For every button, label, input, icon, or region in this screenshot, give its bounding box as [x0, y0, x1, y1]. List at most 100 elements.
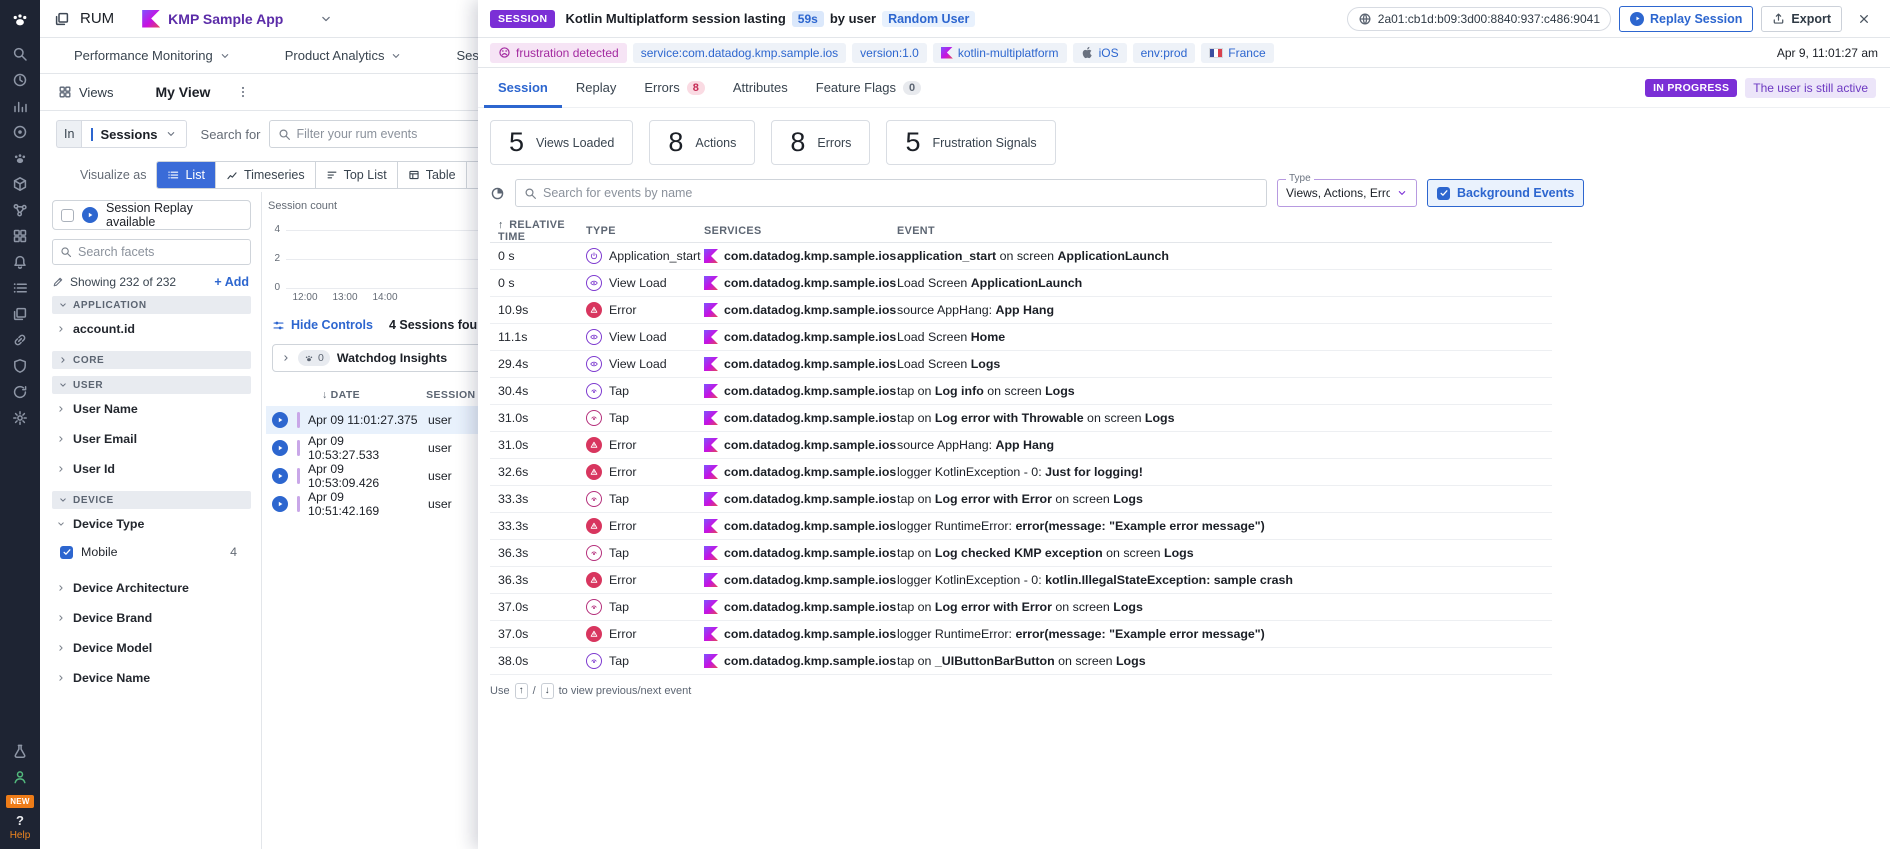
infrastructure-icon[interactable] [0, 197, 40, 223]
help-label[interactable]: Help [10, 830, 31, 841]
apm-icon[interactable] [0, 171, 40, 197]
tag-service-com-datadog-kmp-sample-ios[interactable]: service:com.datadog.kmp.sample.ios [632, 42, 847, 63]
background-events-toggle[interactable]: Background Events [1427, 179, 1585, 207]
facet-group-header[interactable]: USER [52, 376, 251, 394]
facet-item-device-brand[interactable]: Device Brand [52, 603, 251, 633]
sort-arrow[interactable]: ↑ [498, 219, 504, 231]
facet-group-header[interactable]: CORE [52, 351, 251, 369]
session-replay-play-button[interactable] [272, 468, 288, 484]
event-search[interactable] [515, 179, 1267, 207]
app-selector[interactable]: KMP Sample App [142, 9, 333, 28]
views-button[interactable]: Views [58, 85, 113, 100]
nav-product-analytics[interactable]: Product Analytics [285, 48, 403, 63]
visualize-tab-list[interactable]: List [157, 161, 216, 188]
event-row-5[interactable]: 30.4s Tap com.datadog.kmp.sample.ios tap… [490, 378, 1552, 405]
event-search-input[interactable] [543, 186, 1258, 200]
event-row-1[interactable]: 0 s View Load com.datadog.kmp.sample.ios… [490, 270, 1552, 297]
event-row-2[interactable]: 10.9s Error com.datadog.kmp.sample.ios s… [490, 297, 1552, 324]
type-filter-dropdown[interactable]: Type Views, Actions, Errors [1277, 173, 1417, 207]
security-icon[interactable] [0, 353, 40, 379]
search-icon[interactable] [0, 41, 40, 67]
session-replay-play-button[interactable] [272, 496, 288, 512]
session-replay-checkbox[interactable] [61, 208, 74, 222]
ip-address[interactable]: 2a01:cb1d:b09:3d00:8840:937:c486:9041 [1346, 6, 1611, 31]
tab-errors[interactable]: Errors 8 [630, 68, 719, 108]
pencil-icon[interactable] [52, 276, 64, 288]
facet-item-device-architecture[interactable]: Device Architecture [52, 573, 251, 603]
facet-item-user-name[interactable]: User Name [52, 394, 251, 424]
logs-icon[interactable] [0, 275, 40, 301]
background-events-checkbox[interactable] [1437, 186, 1450, 200]
facet-search[interactable] [52, 239, 251, 265]
session-replay-play-button[interactable] [272, 440, 288, 456]
event-timing-icon[interactable] [490, 186, 505, 201]
session-replay-filter[interactable]: Session Replay available [52, 200, 251, 230]
tag-ios[interactable]: iOS [1072, 42, 1127, 63]
facet-checkbox[interactable] [60, 545, 73, 559]
tab-attributes[interactable]: Attributes [719, 68, 802, 108]
network-icon[interactable] [0, 223, 40, 249]
session-type-column-header[interactable]: SESSION T [426, 389, 486, 401]
relative-time-column-header[interactable]: ↑ RELATIVE TIME [490, 219, 586, 243]
session-replay-play-button[interactable] [272, 412, 288, 428]
account-icon[interactable] [0, 764, 40, 790]
tab-feature-flags[interactable]: Feature Flags 0 [802, 68, 935, 108]
event-row-4[interactable]: 29.4s View Load com.datadog.kmp.sample.i… [490, 351, 1552, 378]
watchdog-icon[interactable] [0, 145, 40, 171]
event-row-9[interactable]: 33.3s Tap com.datadog.kmp.sample.ios tap… [490, 486, 1552, 513]
facet-item-user-email[interactable]: User Email [52, 424, 251, 454]
facet-group-header[interactable]: APPLICATION [52, 296, 251, 314]
facet-value-mobile[interactable]: Mobile 4 [60, 539, 251, 565]
event-row-13[interactable]: 37.0s Tap com.datadog.kmp.sample.ios tap… [490, 594, 1552, 621]
event-row-8[interactable]: 32.6s Error com.datadog.kmp.sample.ios l… [490, 459, 1552, 486]
monitors-icon[interactable] [0, 119, 40, 145]
tag-env-prod[interactable]: env:prod [1132, 42, 1196, 63]
hide-controls-button[interactable]: Hide Controls [272, 318, 373, 332]
watchdog-insights[interactable]: 0 Watchdog Insights [272, 344, 512, 372]
facet-group-header[interactable]: DEVICE [52, 491, 251, 509]
export-button[interactable]: Export [1761, 5, 1842, 32]
event-row-14[interactable]: 37.0s Error com.datadog.kmp.sample.ios l… [490, 621, 1552, 648]
ci-icon[interactable] [0, 379, 40, 405]
facet-item-user-id[interactable]: User Id [52, 454, 251, 484]
event-row-11[interactable]: 36.3s Tap com.datadog.kmp.sample.ios tap… [490, 540, 1552, 567]
history-icon[interactable] [0, 67, 40, 93]
view-options-kebab-icon[interactable] [236, 85, 250, 99]
event-row-15[interactable]: 38.0s Tap com.datadog.kmp.sample.ios tap… [490, 648, 1552, 675]
facet-item-device-model[interactable]: Device Model [52, 633, 251, 663]
nav-performance-monitoring[interactable]: Performance Monitoring [74, 48, 231, 63]
add-facet-button[interactable]: + Add [214, 275, 251, 289]
tag-frustration-detected[interactable]: frustration detected [490, 42, 627, 63]
tab-session[interactable]: Session [484, 68, 562, 108]
tag-version-1-0[interactable]: version:1.0 [852, 42, 927, 63]
replay-session-button[interactable]: Replay Session [1619, 5, 1754, 32]
datadog-logo[interactable] [10, 9, 30, 29]
alerts-icon[interactable] [0, 249, 40, 275]
event-row-0[interactable]: 0 s Application_start com.datadog.kmp.sa… [490, 243, 1552, 270]
help-question-icon[interactable]: ? [16, 813, 24, 828]
event-row-10[interactable]: 33.3s Error com.datadog.kmp.sample.ios l… [490, 513, 1552, 540]
tag-france[interactable]: France [1201, 42, 1274, 63]
event-row-7[interactable]: 31.0s Error com.datadog.kmp.sample.ios s… [490, 432, 1552, 459]
visualize-tab-table[interactable]: Table [397, 161, 467, 188]
type-column-header[interactable]: TYPE [586, 225, 704, 237]
services-column-header[interactable]: SERVICES [704, 225, 897, 237]
dashboards-icon[interactable] [0, 93, 40, 119]
settings-icon[interactable] [0, 405, 40, 431]
event-row-6[interactable]: 31.0s Tap com.datadog.kmp.sample.ios tap… [490, 405, 1552, 432]
user-link[interactable]: Random User [882, 10, 976, 27]
rum-icon[interactable] [0, 301, 40, 327]
labs-icon[interactable] [0, 738, 40, 764]
facet-item-account-id[interactable]: account.id [52, 314, 251, 344]
event-row-12[interactable]: 36.3s Error com.datadog.kmp.sample.ios l… [490, 567, 1552, 594]
date-column-header[interactable]: ↓ DATE [322, 389, 360, 401]
tag-kotlin-multiplatform[interactable]: kotlin-multiplatform [932, 42, 1067, 63]
facet-item-device-name[interactable]: Device Name [52, 663, 251, 693]
synthetics-icon[interactable] [0, 327, 40, 353]
scope-dropdown[interactable]: Sessions [81, 120, 187, 148]
close-icon[interactable] [1850, 5, 1878, 33]
event-column-header[interactable]: EVENT [897, 225, 1552, 237]
tab-replay[interactable]: Replay [562, 68, 630, 108]
facet-item-device-type[interactable]: Device Type [52, 509, 251, 539]
event-row-3[interactable]: 11.1s View Load com.datadog.kmp.sample.i… [490, 324, 1552, 351]
